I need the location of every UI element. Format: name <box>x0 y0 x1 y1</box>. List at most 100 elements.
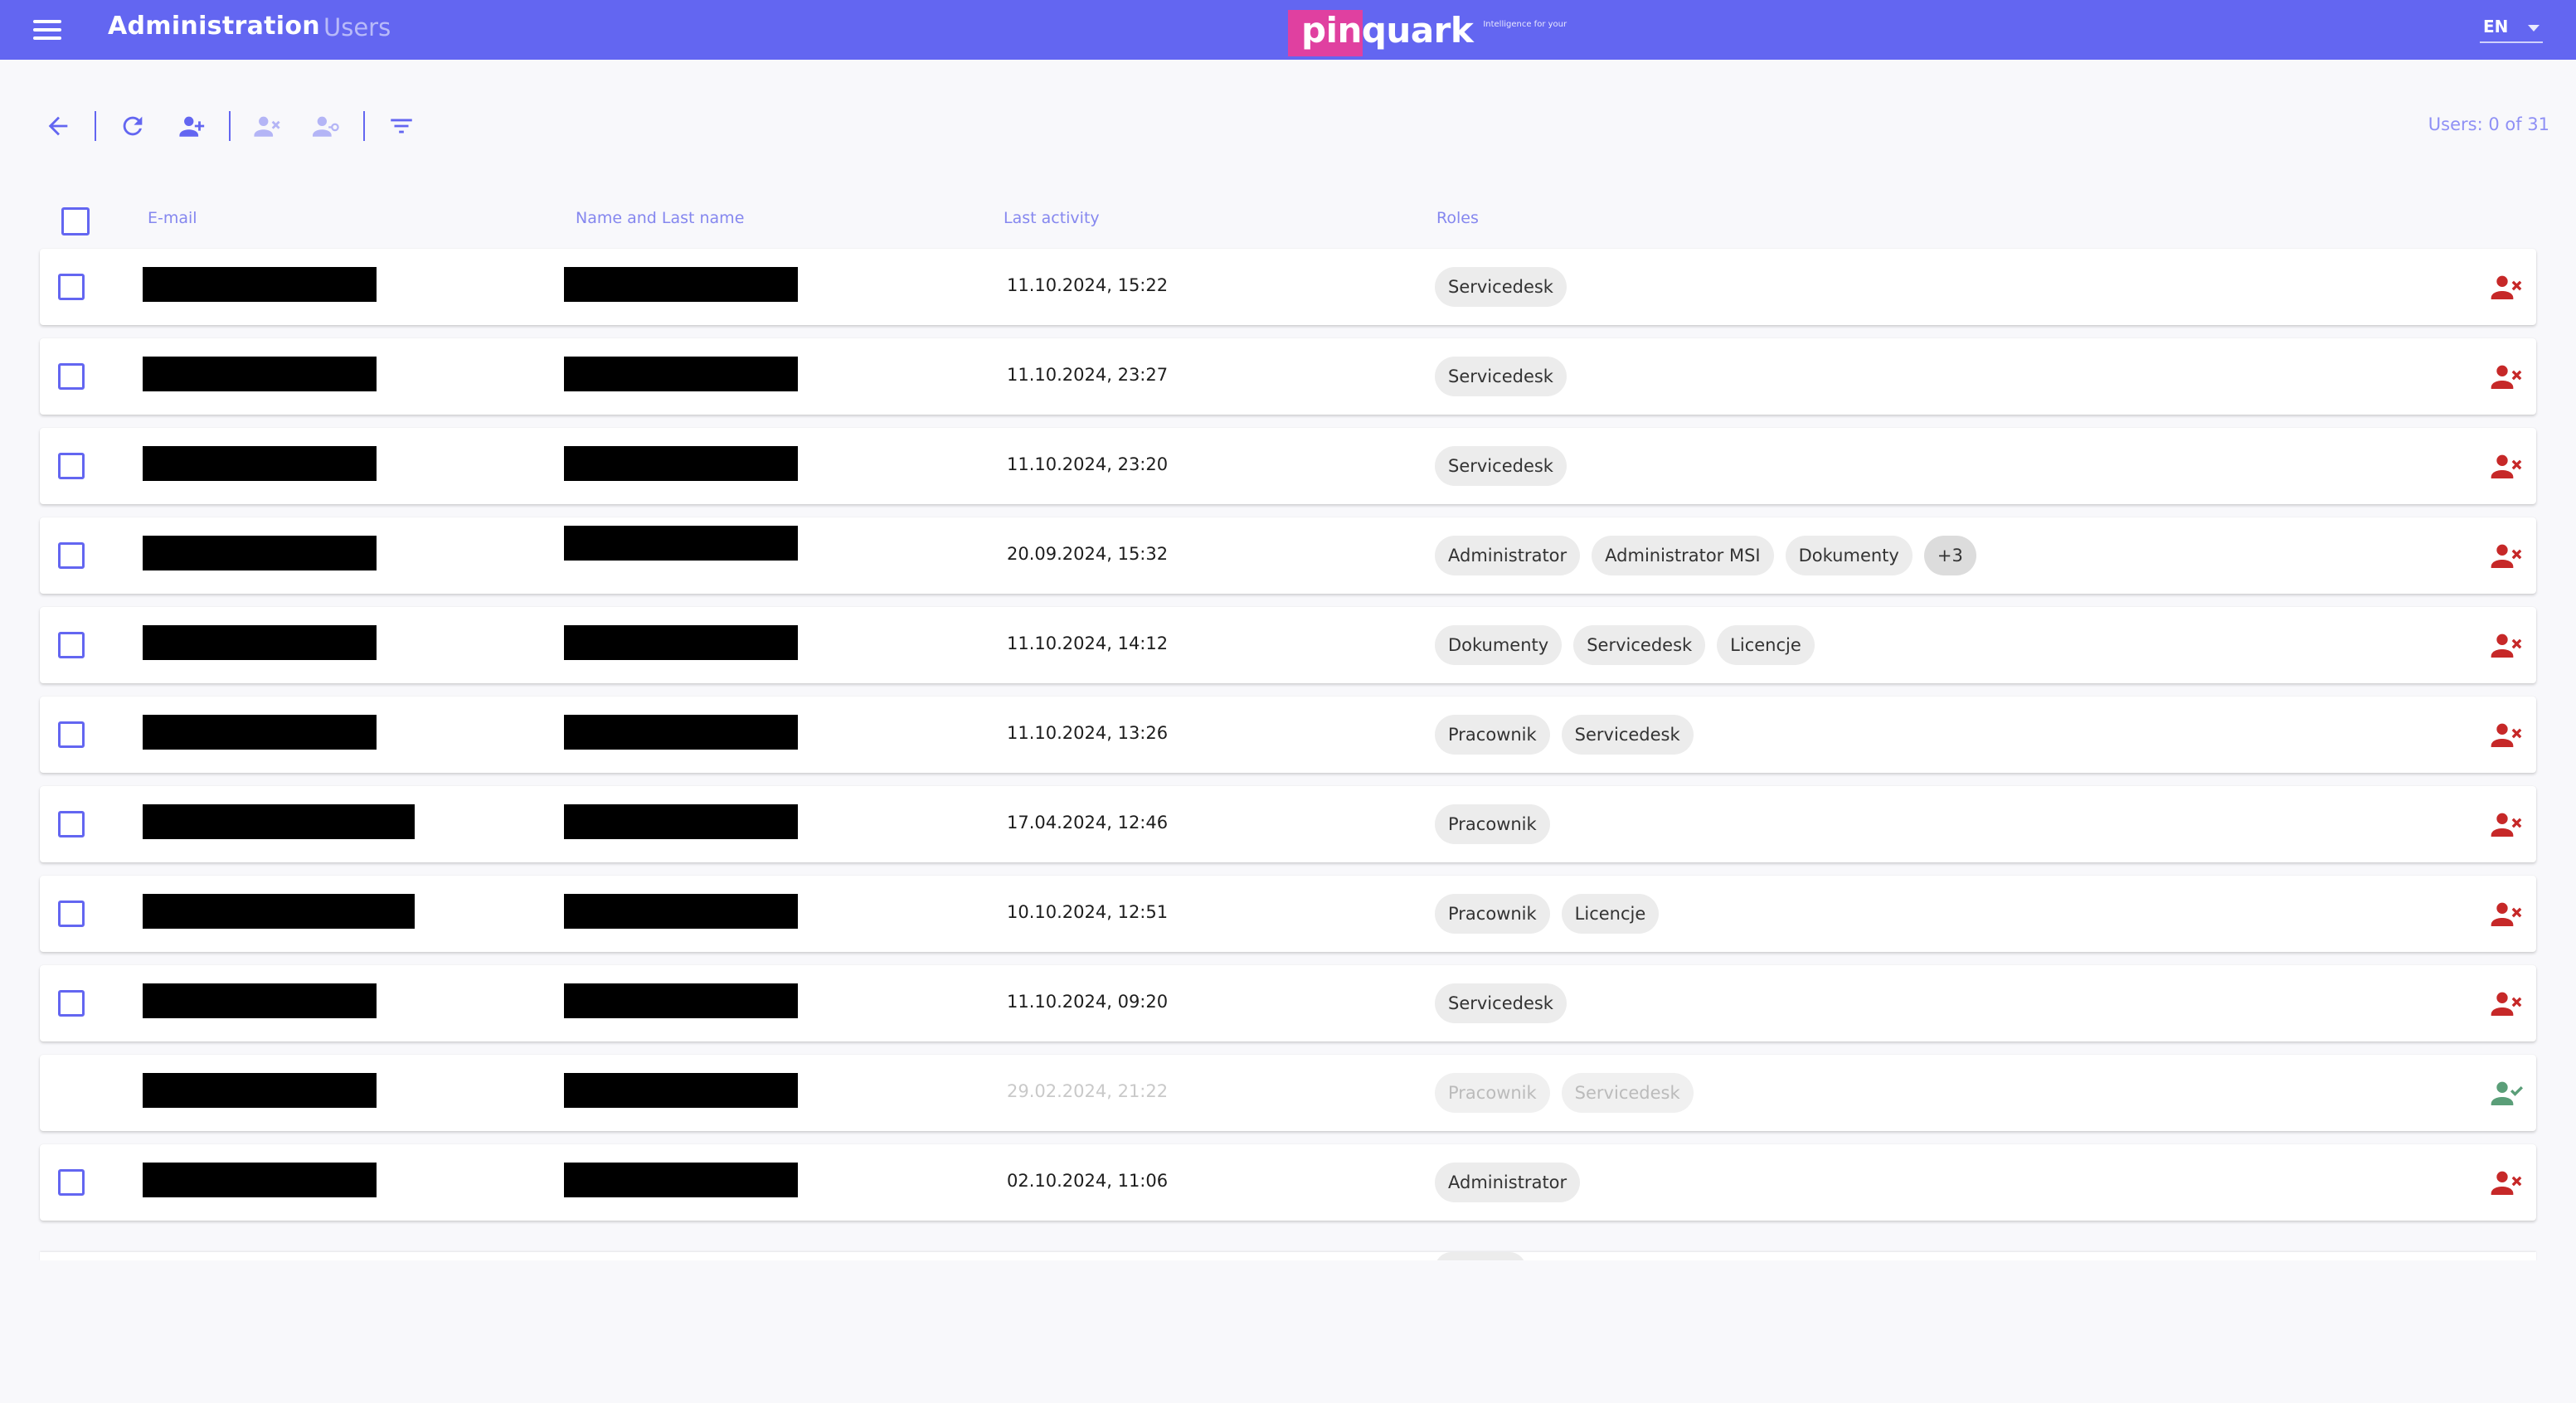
deactivate-user-icon[interactable] <box>2488 358 2525 395</box>
role-chip[interactable]: Dokumenty <box>1785 536 1913 575</box>
role-chip[interactable]: Pracownik <box>1435 804 1550 844</box>
email-redacted <box>143 446 377 481</box>
email-redacted <box>143 625 377 660</box>
deactivate-user-icon[interactable] <box>2488 627 2525 663</box>
role-chip[interactable]: Dokumenty <box>1435 625 1563 665</box>
table-row[interactable]: 20.09.2024, 15:32 Administrator Administra… <box>40 517 2536 594</box>
chevron-down-icon <box>2528 25 2540 32</box>
deactivate-user-icon[interactable] <box>2488 269 2525 305</box>
role-chip[interactable]: Pracownik <box>1435 1073 1550 1113</box>
roles-list: Servicedesk <box>1435 983 1567 1023</box>
role-chip[interactable]: Servicedesk <box>1573 625 1706 665</box>
filter-icon[interactable] <box>383 108 420 144</box>
role-chip[interactable]: Pracownik <box>1435 894 1550 934</box>
row-checkbox[interactable] <box>58 274 85 300</box>
role-chip[interactable]: Servicedesk <box>1435 357 1567 396</box>
name-redacted <box>564 715 798 750</box>
deactivate-user-icon[interactable] <box>2488 1164 2525 1201</box>
last-activity: 29.02.2024, 21:22 <box>1007 1081 1169 1101</box>
toolbar-divider <box>363 111 365 141</box>
refresh-icon[interactable] <box>114 108 151 144</box>
role-chip[interactable]: Servicedesk <box>1435 267 1567 307</box>
deactivate-user-icon[interactable] <box>2488 985 2525 1022</box>
role-chip[interactable]: Servicedesk <box>1561 1073 1694 1113</box>
role-chip[interactable]: Servicedesk <box>1435 983 1567 1023</box>
last-activity: 17.04.2024, 12:46 <box>1007 813 1169 833</box>
table-row[interactable]: 11.10.2024, 14:12 Dokumenty Servicedesk Lic… <box>40 607 2536 683</box>
roles-list: Servicedesk <box>1435 357 1567 396</box>
deactivate-user-icon[interactable] <box>2488 896 2525 932</box>
role-chip[interactable]: Pracownik <box>1435 715 1550 755</box>
name-redacted <box>564 526 798 561</box>
role-chip[interactable]: Administrator MSI <box>1592 536 1774 575</box>
email-redacted <box>143 804 415 839</box>
roles-list: Pracownik <box>1435 804 1550 844</box>
row-checkbox[interactable] <box>58 721 85 748</box>
activate-user-icon[interactable] <box>2488 1075 2525 1111</box>
column-header-email[interactable]: E-mail <box>148 209 197 227</box>
user-key-icon[interactable] <box>309 108 345 144</box>
logo-tagline: Intelligence for your <box>1483 20 1567 29</box>
roles-list: Pracownik Servicedesk <box>1435 715 1694 755</box>
table-row[interactable]: 29.02.2024, 21:22 Pracownik Servicedesk <box>40 1055 2536 1131</box>
menu-icon[interactable] <box>33 18 63 41</box>
deactivate-user-icon[interactable] <box>2488 716 2525 753</box>
breadcrumb-users[interactable]: Users <box>323 13 391 41</box>
remove-user-icon[interactable] <box>249 108 285 144</box>
column-header-roles[interactable]: Roles <box>1436 209 1479 227</box>
roles-list: Servicedesk <box>1435 267 1567 307</box>
name-redacted <box>564 1163 798 1197</box>
table-row[interactable]: 11.10.2024, 15:22 Servicedesk <box>40 249 2536 325</box>
email-redacted <box>143 894 415 929</box>
row-checkbox[interactable] <box>58 990 85 1017</box>
roles-list: Servicedesk <box>1435 446 1567 486</box>
deactivate-user-icon[interactable] <box>2488 806 2525 842</box>
table-row[interactable]: 11.10.2024, 09:20 Servicedesk <box>40 965 2536 1041</box>
row-checkbox[interactable] <box>58 811 85 837</box>
last-activity: 02.10.2024, 11:06 <box>1007 1171 1169 1191</box>
deactivate-user-icon[interactable] <box>2488 448 2525 484</box>
row-checkbox[interactable] <box>58 632 85 658</box>
role-chip[interactable]: Licencje <box>1717 625 1815 665</box>
toolbar-divider <box>95 111 96 141</box>
table-row[interactable]: 11.10.2024, 13:26 Pracownik Servicedesk <box>40 697 2536 773</box>
role-chip[interactable]: Servicedesk <box>1561 715 1694 755</box>
role-chip[interactable]: Licencje <box>1561 894 1660 934</box>
email-redacted <box>143 715 377 750</box>
table-header: E-mail Name and Last name Last activity … <box>40 202 2536 235</box>
row-checkbox[interactable] <box>58 363 85 390</box>
name-redacted <box>564 1073 798 1108</box>
more-roles-chip[interactable]: +3 <box>1923 536 1976 575</box>
row-checkbox[interactable] <box>58 542 85 569</box>
email-redacted <box>143 1163 377 1197</box>
row-checkbox[interactable] <box>58 453 85 479</box>
last-activity: 11.10.2024, 23:20 <box>1007 454 1169 474</box>
row-checkbox[interactable] <box>58 901 85 927</box>
table-row[interactable]: 10.10.2024, 12:51 Pracownik Licencje <box>40 876 2536 952</box>
select-all-checkbox[interactable] <box>61 207 90 235</box>
role-chip[interactable]: Administrator <box>1435 1163 1581 1202</box>
table-row[interactable]: 02.10.2024, 11:06 Administrator <box>40 1144 2536 1221</box>
email-redacted <box>143 267 377 302</box>
page-title: Administration <box>108 12 320 41</box>
back-arrow-icon[interactable] <box>40 108 76 144</box>
language-select[interactable]: EN <box>2480 15 2543 43</box>
table-row[interactable]: 11.10.2024, 23:20 Servicedesk <box>40 428 2536 504</box>
name-redacted <box>564 804 798 839</box>
column-header-last-activity[interactable]: Last activity <box>1004 209 1100 227</box>
last-activity: 20.09.2024, 15:32 <box>1007 544 1169 564</box>
add-user-icon[interactable] <box>174 108 211 144</box>
email-redacted <box>143 983 377 1018</box>
email-redacted <box>143 1073 377 1108</box>
table-row[interactable]: 11.10.2024, 23:27 Servicedesk <box>40 338 2536 415</box>
role-chip[interactable]: Servicedesk <box>1435 446 1567 486</box>
name-redacted <box>564 446 798 481</box>
deactivate-user-icon[interactable] <box>2488 537 2525 574</box>
table-row[interactable]: 17.04.2024, 12:46 Pracownik <box>40 786 2536 862</box>
row-checkbox[interactable] <box>58 1169 85 1196</box>
column-header-name[interactable]: Name and Last name <box>576 209 744 227</box>
roles-list: Pracownik Servicedesk <box>1435 1073 1694 1113</box>
roles-list: Administrator Administrator MSI Dokumenty +… <box>1435 536 1976 575</box>
name-redacted <box>564 625 798 660</box>
role-chip[interactable]: Administrator <box>1435 536 1581 575</box>
